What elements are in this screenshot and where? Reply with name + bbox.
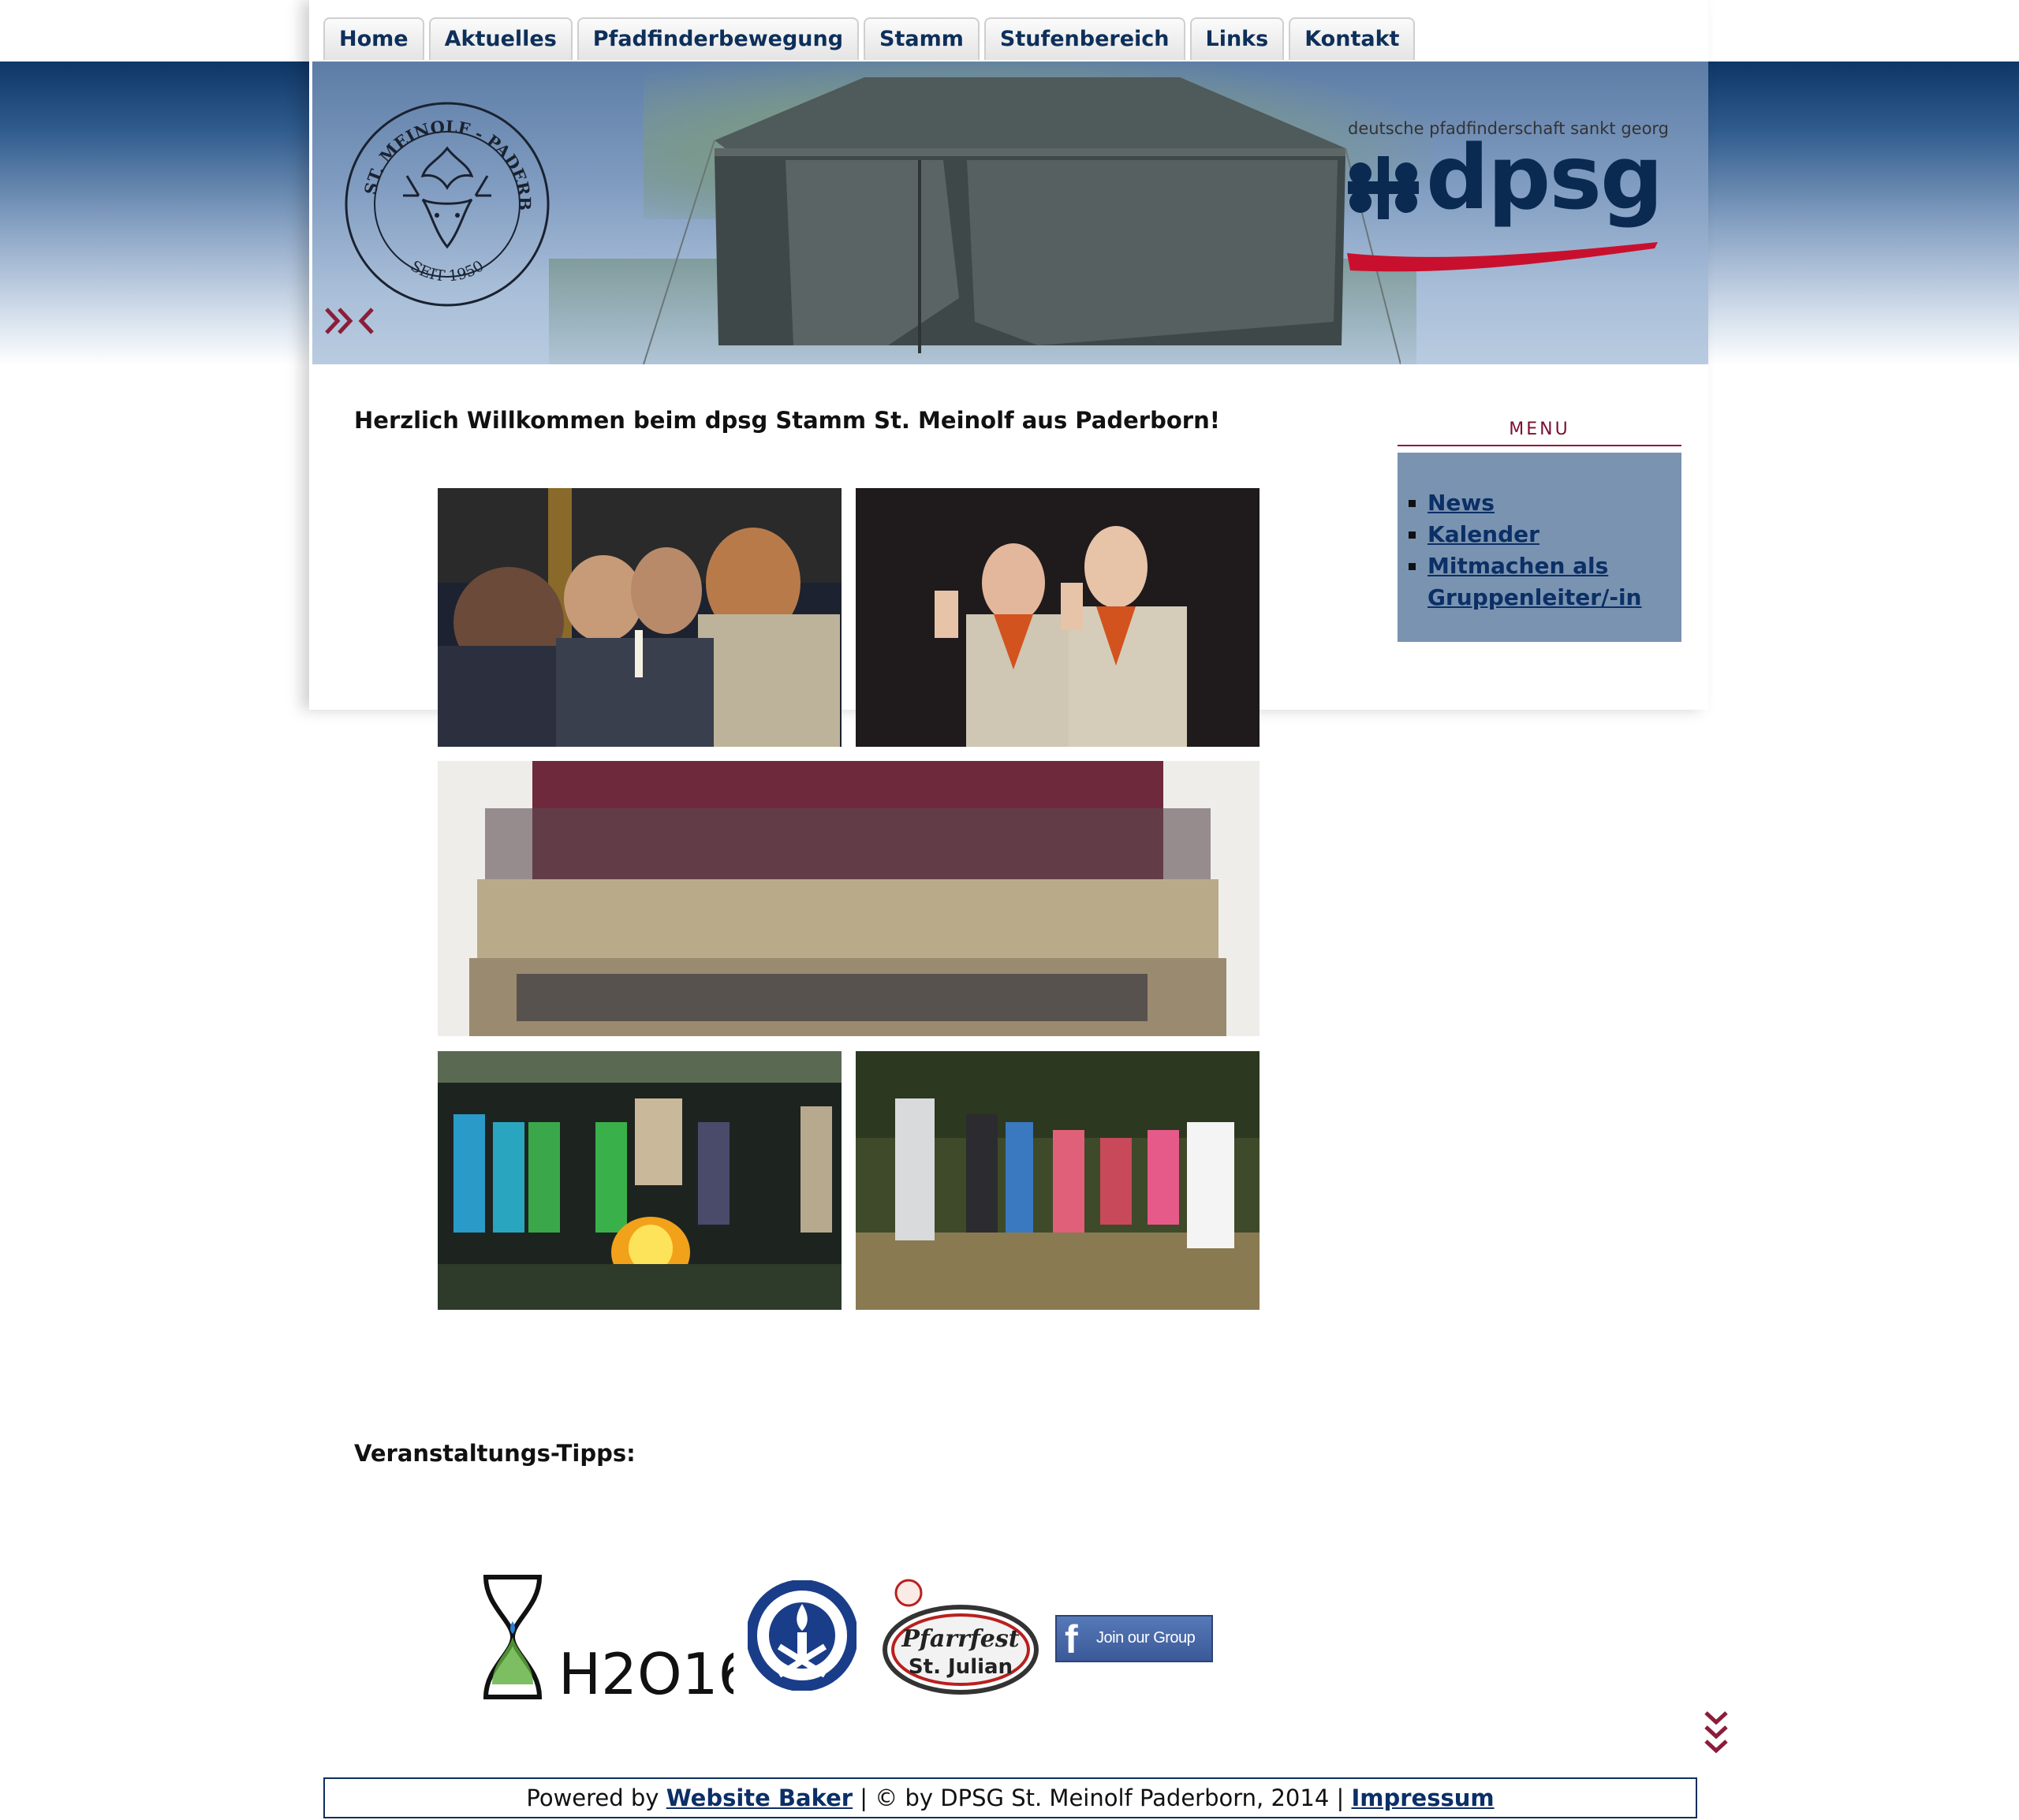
h2o16-logo[interactable]: H2O16 [481,1574,733,1700]
sidebar-item-kalender: Kalender [1427,519,1681,550]
double-chevron-icon [325,308,374,334]
pfarrfest-logo[interactable]: Pfarrfest St. Julian [882,1577,1039,1695]
h2o16-text: H2O16 [558,1641,733,1700]
photo-forest-image [856,1051,1260,1310]
sidebar-link-kalender[interactable]: Kalender [1427,521,1539,547]
dpsg-lily-icon [1348,156,1419,219]
photo-forest[interactable] [856,1051,1260,1310]
emblem-text-bottom: SEIT 1950 [408,257,487,285]
main-nav: Home Aktuelles Pfadfinderbewegung Stamm … [323,17,1416,62]
footer-copyright: | © by DPSG St. Meinolf Paderborn, 2014 … [853,1785,1352,1811]
sidebar-link-mitmachen[interactable]: Mitmachen als Gruppenleiter/-in [1427,553,1641,610]
pfarrfest-line1: Pfarrfest [901,1625,1019,1653]
photo-group[interactable] [438,761,1260,1036]
tab-aktuelles[interactable]: Aktuelles [428,17,573,60]
sidebar-menu-heading: MENU [1509,420,1570,439]
footer-website-baker-link[interactable]: Website Baker [666,1785,853,1811]
scroll-down-icon[interactable] [1704,1710,1729,1755]
sidebar-link-news[interactable]: News [1427,490,1495,516]
footer-powered-by: Powered by [526,1785,666,1811]
photo-campfire[interactable] [438,1051,842,1310]
photo-promise-image [856,488,1260,747]
tab-stufenbereich[interactable]: Stufenbereich [983,17,1185,60]
tips-heading: Veranstaltungs-Tipps: [354,1440,636,1467]
tab-links[interactable]: Links [1189,17,1285,60]
pfarrfest-line2: St. Julian [909,1655,1013,1679]
footer: Powered by Website Baker | © by DPSG St.… [323,1777,1697,1818]
photo-candles-image [438,488,842,747]
tab-pfadfinderbewegung[interactable]: Pfadfinderbewegung [577,17,860,60]
sidebar-item-news: News [1427,487,1681,519]
sidebar-menu: News Kalender Mitmachen als Gruppenleite… [1398,453,1681,642]
tab-home[interactable]: Home [323,17,424,60]
header-banner: DPSG ST. MEINOLF - PADERBORN SEIT 1950 d… [312,62,1708,364]
dpsg-wordmark: dpsg [1426,127,1663,229]
photo-promise[interactable] [856,488,1260,747]
photo-group-image [438,761,1260,1036]
stamm-emblem: DPSG ST. MEINOLF - PADERBORN SEIT 1950 [344,101,550,307]
tent-photo [643,77,1401,364]
sidebar-item-mitmachen: Mitmachen als Gruppenleiter/-in [1427,550,1681,614]
tab-kontakt[interactable]: Kontakt [1289,17,1416,60]
facebook-icon: f [1065,1617,1078,1661]
dpsg-red-swoosh [1347,242,1658,272]
welcome-heading: Herzlich Willkommen beim dpsg Stamm St. … [354,407,1220,434]
sidebar-divider [1398,445,1681,446]
friedenslicht-logo[interactable] [748,1580,856,1691]
photo-campfire-image [438,1051,842,1310]
facebook-join-button[interactable]: f Join our Group [1055,1615,1213,1662]
tab-stamm[interactable]: Stamm [864,17,980,60]
photo-candles[interactable] [438,488,842,747]
facebook-join-label: Join our Group [1096,1629,1196,1647]
footer-impressum-link[interactable]: Impressum [1351,1785,1494,1811]
svg-text:SEIT 1950: SEIT 1950 [408,257,487,285]
